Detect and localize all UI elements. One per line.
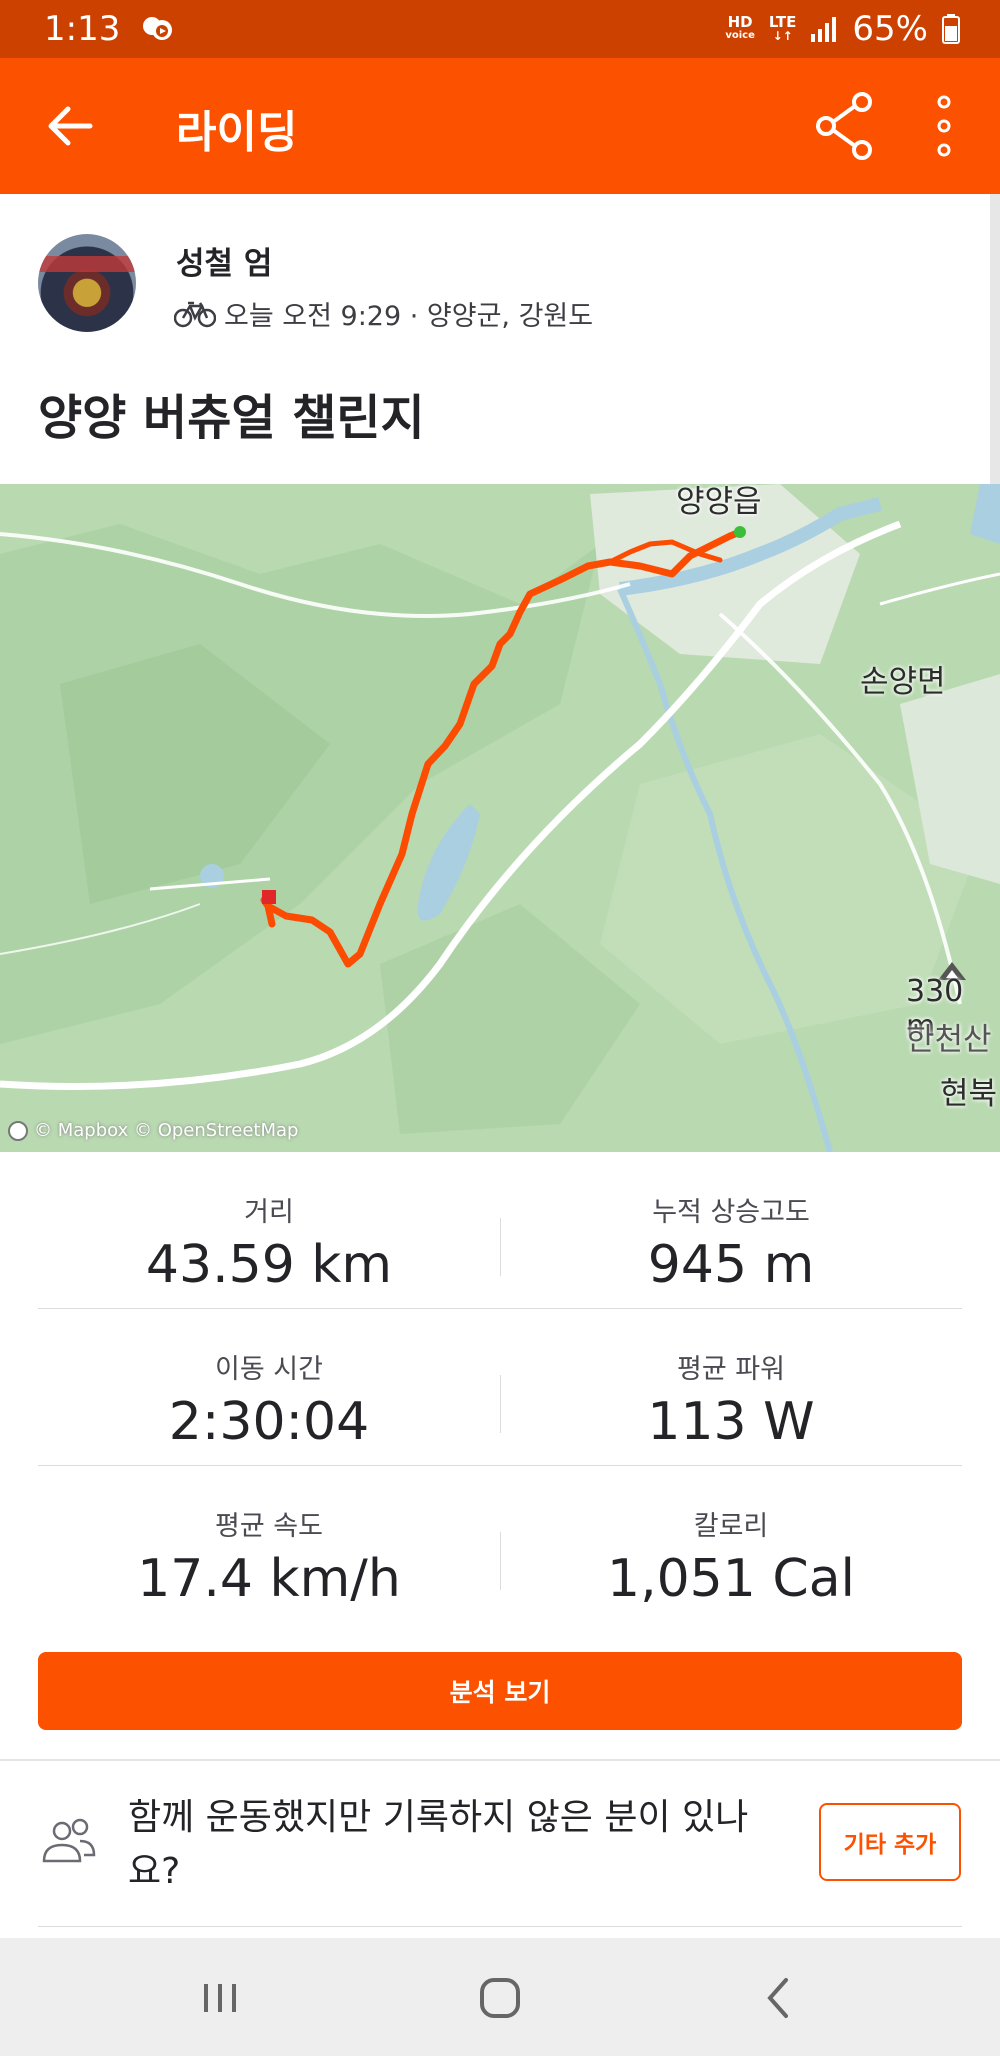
activity-date-location: 오늘 오전 9:29 · 양양군, 강원도 — [224, 301, 594, 332]
share-icon[interactable] — [814, 92, 876, 160]
stat-calories: 칼로리 1,051 Cal — [606, 1511, 855, 1609]
stat-elevation-gain: 누적 상승고도 945 m — [647, 1197, 815, 1295]
stats-row: 평균 속도 17.4 km/h 칼로리 1,051 Cal — [38, 1466, 962, 1623]
lte-indicator: LTE ↓↑ — [768, 13, 797, 44]
stats-row: 이동 시간 2:30:04 평균 파워 113 W — [38, 1309, 962, 1466]
add-others-button[interactable]: 기타 추가 — [819, 1803, 961, 1881]
map-label-district: 손양면 — [860, 664, 946, 700]
hd-voice-indicator: HD voice — [725, 13, 755, 42]
stat-moving-time: 이동 시간 2:30:04 — [168, 1354, 370, 1452]
bicycle-icon — [174, 301, 216, 327]
more-vertical-icon[interactable] — [932, 94, 956, 158]
stat-average-speed: 평균 속도 17.4 km/h — [137, 1511, 401, 1609]
stat-distance: 거리 43.59 km — [145, 1197, 393, 1295]
activity-header: 성철 엄 오늘 오전 9:29 · 양양군, 강원도 양양 버츄얼 챌린지 — [0, 194, 1000, 484]
battery-percent: 65% — [852, 9, 928, 49]
home-icon[interactable] — [470, 1968, 530, 2028]
athlete-name[interactable]: 성철 엄 — [176, 238, 272, 283]
arrow-left-icon[interactable] — [44, 100, 96, 152]
stats-row: 거리 43.59 km 누적 상승고도 945 m — [38, 1152, 962, 1309]
mapbox-logo-icon — [8, 1120, 28, 1141]
route-map[interactable]: 양양읍 손양면 330 m 한천산 현북 © Mapbox © OpenStre… — [0, 484, 1000, 1152]
map-label-town: 양양읍 — [676, 484, 762, 520]
page-title: 라이딩 — [176, 107, 298, 158]
route-end-marker — [262, 890, 276, 904]
people-icon — [42, 1818, 96, 1863]
avatar[interactable] — [38, 234, 136, 332]
scrollbar[interactable] — [990, 194, 1000, 484]
section-divider — [38, 1926, 962, 1927]
map-label-north: 현북 — [940, 1076, 998, 1112]
map-label-mountain: 한천산 — [906, 1022, 992, 1058]
app-bar: 라이딩 — [0, 58, 1000, 194]
status-time: 1:13 — [44, 9, 121, 49]
activity-meta: 오늘 오전 9:29 · 양양군, 강원도 — [174, 294, 593, 333]
view-analysis-button[interactable]: 분석 보기 — [38, 1652, 962, 1730]
recents-icon[interactable] — [190, 1968, 250, 2028]
activity-title: 양양 버츄얼 챌린지 — [38, 390, 425, 446]
cloud-notification-icon — [143, 17, 173, 40]
prompt-text: 함께 운동했지만 기록하지 않은 분이 있나요? — [128, 1797, 749, 1892]
status-bar: 1:13 HD voice LTE ↓↑ 65% — [0, 0, 1000, 58]
system-nav-bar — [0, 1938, 1000, 2056]
battery-icon — [942, 14, 960, 44]
stat-average-power: 평균 파워 113 W — [647, 1354, 815, 1452]
stats-grid: 거리 43.59 km 누적 상승고도 945 m 이동 시간 2:30:04 … — [38, 1152, 962, 1623]
back-icon[interactable] — [750, 1968, 810, 2028]
route-start-marker — [734, 526, 746, 538]
unrecorded-companions-prompt: 함께 운동했지만 기록하지 않은 분이 있나요? 기타 추가 — [0, 1761, 1000, 1927]
map-canvas — [0, 484, 1000, 1152]
signal-icon — [811, 17, 837, 42]
map-attribution[interactable]: © Mapbox © OpenStreetMap — [8, 1120, 298, 1141]
